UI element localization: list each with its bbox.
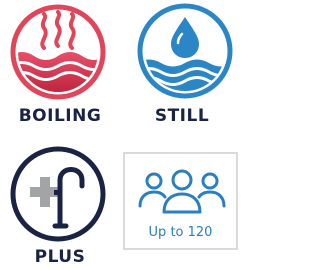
boiling-label: BOILING (18, 106, 102, 126)
capacity-text: Up to 120 (148, 225, 213, 240)
people-group-icon (138, 169, 226, 214)
capacity-card: Up to 120 (123, 152, 238, 250)
tap-plus-icon (10, 146, 106, 242)
still-label: STILL (154, 106, 210, 126)
plus-label: PLUS (34, 247, 86, 267)
water-drop-icon (137, 3, 233, 99)
boiling-water-icon (10, 4, 106, 100)
